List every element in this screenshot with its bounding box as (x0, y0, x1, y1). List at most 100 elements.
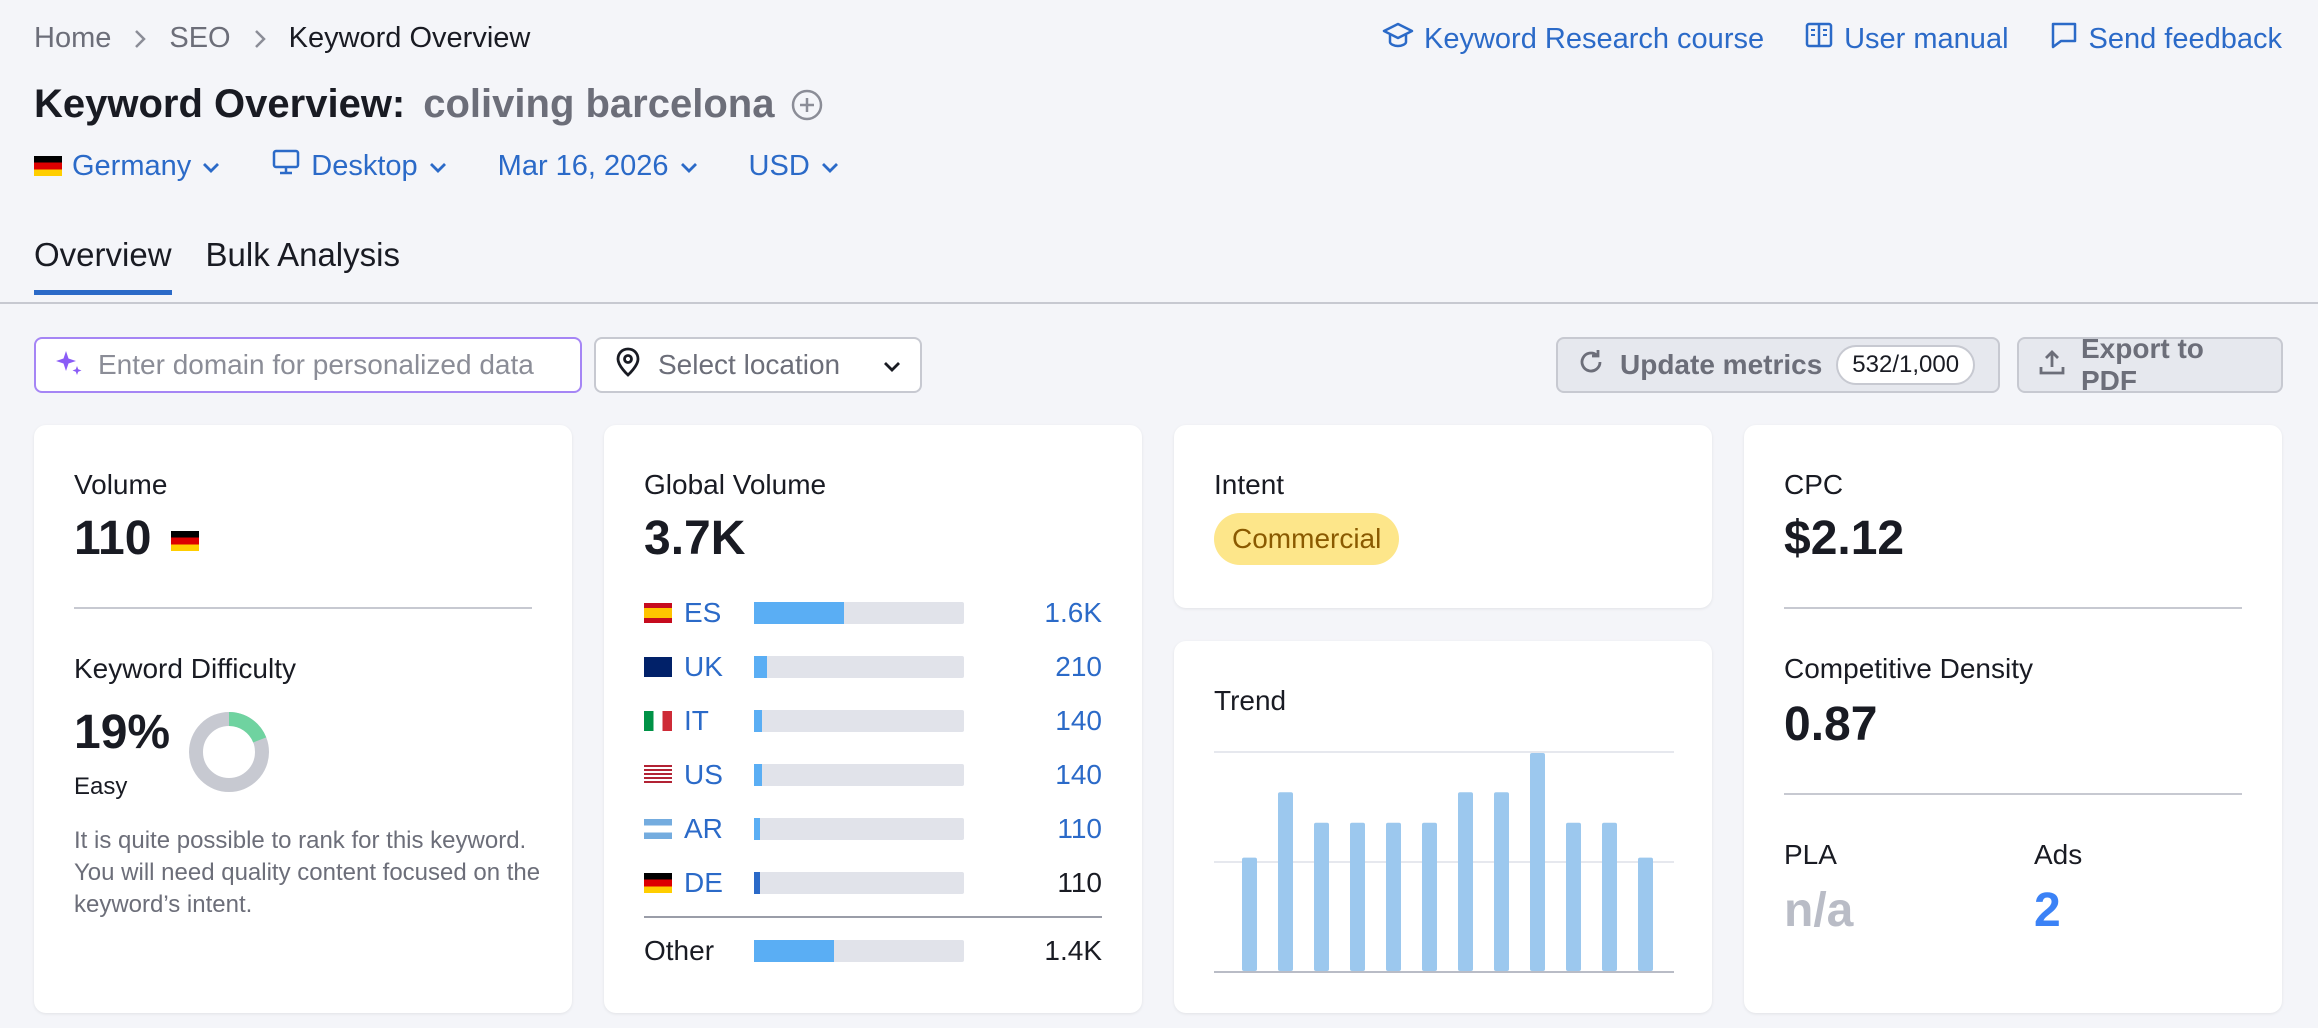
trend-bar[interactable] (1530, 753, 1545, 971)
user-manual-link[interactable]: User manual (1804, 20, 2009, 58)
country-code[interactable]: UK (684, 651, 744, 683)
date-filter[interactable]: Mar 16, 2026 (498, 148, 699, 184)
page-title: Keyword Overview: coliving barcelona (34, 82, 824, 127)
trend-bar[interactable] (1566, 822, 1581, 971)
country-row-es[interactable]: ES 1.6K (644, 595, 1102, 631)
volume-share-bar (754, 602, 964, 624)
desktop-icon (271, 148, 301, 184)
chevron-right-icon (133, 28, 147, 50)
trend-bar[interactable] (1494, 792, 1509, 971)
tabs-divider (0, 302, 2318, 304)
graduation-cap-icon (1382, 20, 1414, 58)
country-row-us[interactable]: US 140 (644, 757, 1102, 793)
breadcrumb-home[interactable]: Home (34, 22, 111, 55)
intent-badge: Commercial (1214, 513, 1400, 565)
send-feedback-link[interactable]: Send feedback (2049, 20, 2282, 58)
difficulty-donut-chart (189, 712, 269, 792)
ads-label: Ads (2034, 839, 2083, 870)
keyword-difficulty-label: Keyword Difficulty (74, 653, 297, 684)
country-volume: 110 (1057, 867, 1102, 898)
country-row-ar[interactable]: AR 110 (644, 811, 1102, 847)
volume-card: Volume 110 Keyword Difficulty 19% Easy I… (34, 425, 572, 1013)
domain-input-wrapper (34, 337, 582, 393)
country-volume[interactable]: 140 (1055, 705, 1102, 737)
chevron-down-icon (820, 150, 840, 183)
trend-bar[interactable] (1422, 822, 1437, 971)
country-volume[interactable]: 140 (1055, 759, 1102, 791)
trend-bar[interactable] (1242, 857, 1257, 971)
breadcrumb-seo[interactable]: SEO (169, 22, 230, 55)
add-keyword-icon[interactable] (790, 88, 824, 122)
volume-share-bar (754, 872, 964, 894)
country-volume[interactable]: 1.6K (1044, 597, 1102, 629)
trend-bar[interactable] (1602, 822, 1617, 971)
country-filter[interactable]: Germany (34, 148, 221, 184)
trend-chart (1214, 751, 1674, 973)
country-row-it[interactable]: IT 140 (644, 703, 1102, 739)
trend-bar[interactable] (1458, 792, 1473, 971)
it-flag-icon (644, 711, 672, 731)
sparkle-icon (54, 348, 84, 383)
country-row-de[interactable]: DE 110 (644, 865, 1102, 901)
country-code[interactable]: US (684, 759, 744, 791)
keyword-difficulty-description: It is quite possible to rank for this ke… (74, 827, 541, 918)
country-volume[interactable]: 210 (1055, 651, 1102, 683)
trend-bar[interactable] (1314, 822, 1329, 971)
country-code[interactable]: IT (684, 705, 744, 737)
location-select[interactable]: Select location (594, 337, 922, 393)
other-volume: 1.4K (1044, 935, 1102, 966)
tab-bulk-analysis[interactable]: Bulk Analysis (206, 236, 400, 295)
volume-share-bar (754, 764, 964, 786)
location-pin-icon (614, 346, 642, 385)
domain-input[interactable] (98, 349, 568, 381)
competitive-density-value: 0.87 (1784, 698, 1878, 751)
feedback-icon (2049, 20, 2079, 58)
volume-share-bar (754, 818, 964, 840)
title-keyword: coliving barcelona (423, 82, 775, 126)
pla-label: PLA (1784, 839, 1837, 870)
country-code[interactable]: DE (684, 867, 744, 899)
book-icon (1804, 20, 1834, 58)
cpc-label: CPC (1784, 469, 1844, 500)
volume-value: 110 (74, 511, 199, 566)
update-metrics-button[interactable]: Update metrics 532/1,000 (1556, 337, 2000, 393)
us-flag-icon (644, 765, 672, 785)
trend-card: Trend (1174, 641, 1712, 1013)
device-filter[interactable]: Desktop (271, 148, 447, 184)
uk-flag-icon (644, 657, 672, 677)
tab-overview[interactable]: Overview (34, 236, 172, 295)
de-flag-icon (644, 873, 672, 893)
title-prefix: Keyword Overview: (34, 82, 406, 126)
cpc-value: $2.12 (1784, 512, 1905, 565)
volume-label: Volume (74, 469, 168, 500)
intent-card: Intent Commercial (1174, 425, 1712, 608)
filters: Germany Desktop Mar 16, 2026 USD (34, 148, 840, 184)
chevron-down-icon (428, 150, 448, 183)
upload-icon (2037, 347, 2067, 384)
global-volume-card: Global Volume 3.7K ES 1.6K UK 210 IT 140 US 140… (604, 425, 1142, 1013)
keyword-research-course-link[interactable]: Keyword Research course (1382, 20, 1764, 58)
chevron-down-icon (679, 150, 699, 183)
currency-filter[interactable]: USD (749, 148, 840, 184)
germany-flag-icon (170, 531, 199, 552)
country-volume[interactable]: 110 (1057, 813, 1102, 845)
trend-bar[interactable] (1386, 822, 1401, 971)
volume-share-bar (754, 710, 964, 732)
trend-bar[interactable] (1350, 822, 1365, 971)
chevron-right-icon (253, 28, 267, 50)
global-volume-label: Global Volume (644, 469, 827, 500)
country-code[interactable]: AR (684, 813, 744, 845)
export-pdf-button[interactable]: Export to PDF (2017, 333, 2283, 396)
volume-share-bar (754, 656, 964, 678)
pla-value: n/a (1784, 884, 1854, 937)
country-code[interactable]: ES (684, 597, 744, 629)
refresh-icon (1576, 347, 1606, 384)
ads-value[interactable]: 2 (2034, 883, 2061, 938)
country-row-uk[interactable]: UK 210 (644, 649, 1102, 685)
trend-bar[interactable] (1278, 792, 1293, 971)
chevron-down-icon (882, 349, 902, 381)
breadcrumb: Home SEO Keyword Overview (34, 22, 530, 55)
update-count-badge: 532/1,000 (1836, 345, 1976, 385)
trend-bar[interactable] (1638, 857, 1653, 971)
germany-flag-icon (34, 156, 62, 176)
